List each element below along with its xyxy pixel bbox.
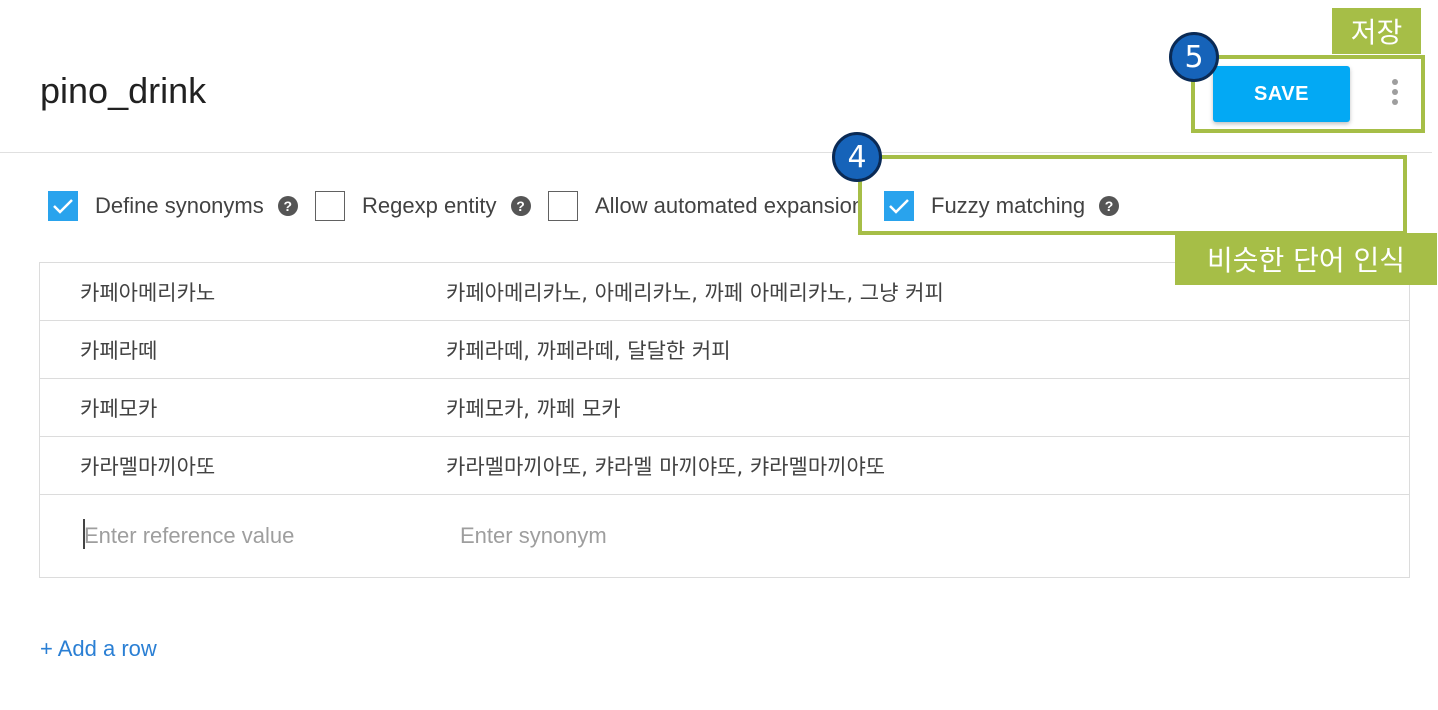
check-icon (53, 199, 73, 214)
table-row[interactable]: 카라멜마끼아또 카라멜마끼아또, 캬라멜 마끼야또, 캬라멜마끼야또 (40, 437, 1409, 495)
save-caption: 저장 (1332, 8, 1421, 54)
header-divider (0, 152, 1432, 153)
allow-automated-expansion-checkbox[interactable] (548, 191, 578, 221)
synonyms-value[interactable]: 카페아메리카노, 아메리카노, 까페 아메리카노, 그냥 커피 (446, 263, 944, 320)
fuzzy-matching-label: Fuzzy matching (931, 193, 1086, 218)
save-step-badge: 5 (1169, 32, 1219, 82)
entries-table: 카페아메리카노 카페아메리카노, 아메리카노, 까페 아메리카노, 그냥 커피 … (39, 262, 1410, 578)
fuzzy-caption: 비슷한 단어 인식 (1175, 233, 1437, 285)
reference-value[interactable]: 카라멜마끼아또 (80, 437, 215, 494)
option-define-synonyms[interactable]: Define synonyms ? (48, 188, 298, 224)
define-synonyms-label: Define synonyms (95, 193, 264, 218)
check-icon (889, 199, 909, 214)
save-highlight-box (1191, 55, 1425, 133)
fuzzy-step-badge: 4 (832, 132, 882, 182)
synonyms-value[interactable]: 카페라떼, 까페라떼, 달달한 커피 (446, 321, 731, 378)
allow-automated-expansion-label: Allow automated expansion (595, 193, 865, 218)
add-row-link[interactable]: + Add a row (40, 636, 157, 662)
fuzzy-matching-checkbox[interactable] (884, 191, 914, 221)
reference-value[interactable]: 카페아메리카노 (80, 263, 215, 320)
reference-value[interactable]: 카페모카 (80, 379, 157, 436)
page-title: pino_drink (40, 70, 207, 111)
reference-value-input[interactable] (82, 515, 416, 557)
define-synonyms-checkbox[interactable] (48, 191, 78, 221)
help-icon[interactable]: ? (1099, 196, 1120, 216)
option-allow-automated-expansion[interactable]: Allow automated expansion (548, 188, 864, 224)
synonyms-value[interactable]: 카페모카, 까페 모카 (446, 379, 621, 436)
table-row[interactable]: 카페라떼 카페라떼, 까페라떼, 달달한 커피 (40, 321, 1409, 379)
new-entry-row (40, 495, 1409, 577)
regexp-entity-label: Regexp entity (362, 193, 497, 218)
synonyms-value[interactable]: 카라멜마끼아또, 캬라멜 마끼야또, 캬라멜마끼야또 (446, 437, 885, 494)
regexp-entity-checkbox[interactable] (315, 191, 345, 221)
table-row[interactable]: 카페모카 카페모카, 까페 모카 (40, 379, 1409, 437)
option-regexp-entity[interactable]: Regexp entity ? (315, 188, 531, 224)
synonym-input[interactable] (458, 515, 1062, 557)
option-fuzzy-matching[interactable]: Fuzzy matching ? (884, 188, 1120, 224)
help-icon[interactable]: ? (277, 196, 298, 216)
help-icon[interactable]: ? (510, 196, 531, 216)
reference-value[interactable]: 카페라떼 (80, 321, 157, 378)
